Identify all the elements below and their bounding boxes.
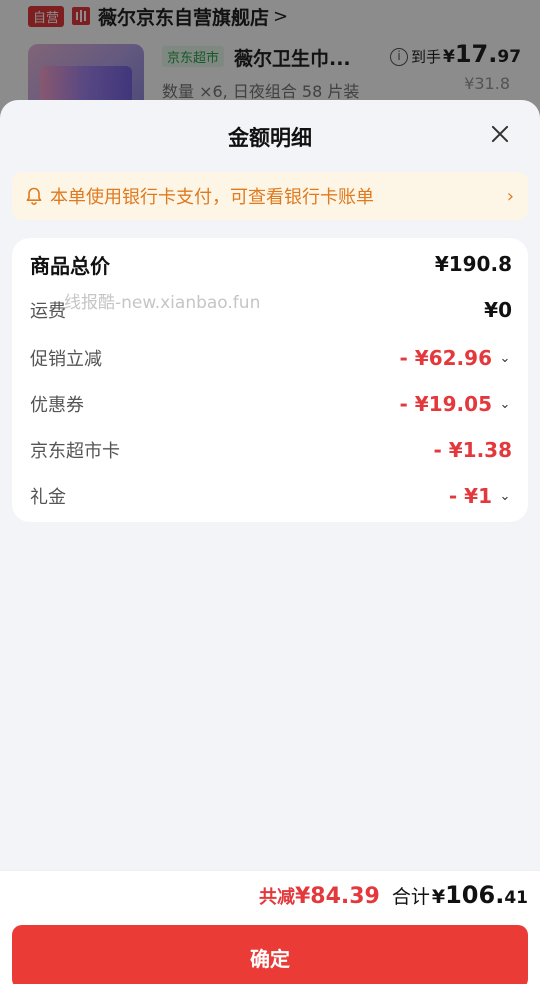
totals: 共减 ¥84.39 合计 ¥106.41 (259, 881, 528, 909)
bank-card-notice[interactable]: 本单使用银行卡支付，可查看银行卡账单 › (12, 172, 528, 220)
row-promotion-discount[interactable]: 促销立减 - ¥62.96 ⌄ (30, 344, 512, 372)
chevron-right-icon: › (506, 185, 514, 207)
chevron-down-icon: ⌄ (499, 488, 511, 504)
row-value: - ¥1 (448, 484, 492, 508)
amount-detail-sheet: 金额明细 本单使用银行卡支付，可查看银行卡账单 › 商品总价 ¥190.8 运费… (0, 100, 540, 984)
notice-text: 本单使用银行卡支付，可查看银行卡账单 (50, 187, 374, 208)
watermark: 线报酷-new.xianbao.fun (64, 293, 261, 313)
amount-card: 商品总价 ¥190.8 运费 ¥0 促销立减 - ¥62.96 ⌄ 优惠券 - … (12, 238, 528, 522)
row-label: 商品总价 (30, 253, 110, 278)
sheet-title: 金额明细 (228, 126, 312, 150)
row-value: ¥190.8 (434, 252, 512, 276)
row-label: 礼金 (30, 487, 66, 508)
row-value: - ¥19.05 (399, 392, 492, 416)
row-value: ¥0 (484, 298, 512, 322)
total-label: 合计 (391, 886, 430, 908)
reduce-label: 共减 (258, 887, 295, 908)
chevron-down-icon: ⌄ (499, 396, 511, 412)
total-value: ¥106.41 (431, 881, 528, 909)
chevron-down-icon: ⌄ (499, 350, 511, 366)
row-supermarket-card: 京东超市卡 - ¥1.38 (30, 436, 512, 464)
reduce-value: ¥84.39 (294, 884, 380, 909)
row-value: - ¥62.96 (399, 346, 492, 370)
row-label: 促销立减 (30, 349, 102, 370)
row-goods-total: 商品总价 ¥190.8 (30, 250, 512, 278)
bell-icon (26, 187, 42, 205)
row-gift-money[interactable]: 礼金 - ¥1 ⌄ (30, 482, 512, 510)
row-label: 京东超市卡 (30, 441, 120, 462)
close-button[interactable] (488, 122, 512, 146)
row-coupon[interactable]: 优惠券 - ¥19.05 ⌄ (30, 390, 512, 418)
bottom-bar: 共减 ¥84.39 合计 ¥106.41 确定 (0, 870, 540, 984)
row-label: 优惠券 (30, 395, 84, 416)
row-value: - ¥1.38 (433, 438, 512, 462)
confirm-button[interactable]: 确定 (12, 925, 528, 984)
